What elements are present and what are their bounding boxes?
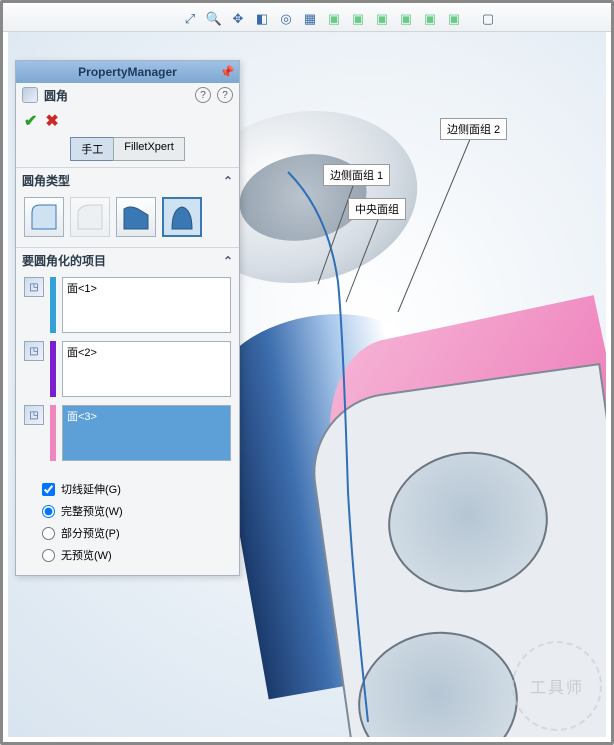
view-cube-3-icon[interactable]: ▣ — [372, 9, 392, 29]
chevron-up-icon-2: ⌃ — [223, 254, 233, 268]
ok-button[interactable]: ✔ — [24, 111, 37, 131]
partial-preview-label: 部分预览(P) — [61, 525, 120, 541]
view-cube-2-icon[interactable]: ▣ — [348, 9, 368, 29]
partial-preview-radio[interactable]: 部分预览(P) — [42, 525, 229, 541]
heads-up-toolbar: ⤢ 🔍 ✥ ◧ ◎ ▦ ▣ ▣ ▣ ▣ ▣ ▣ ▢ — [0, 6, 614, 32]
view-cube-1-icon[interactable]: ▣ — [324, 9, 344, 29]
partial-preview-input[interactable] — [42, 527, 55, 540]
color-strip-1 — [50, 277, 56, 333]
section-icon[interactable]: ◧ — [252, 9, 272, 29]
pm-header-title: PropertyManager — [78, 65, 177, 79]
cancel-button[interactable]: ✖ — [45, 111, 58, 131]
selection-row-2: ◳ 面<2> — [24, 341, 231, 397]
chevron-up-icon: ⌃ — [223, 174, 233, 188]
no-preview-input[interactable] — [42, 549, 55, 562]
section-items-label: 要圆角化的项目 — [22, 252, 106, 269]
pin-icon[interactable]: 📌 — [219, 64, 235, 80]
callout-side1[interactable]: 边侧面组 1 — [323, 164, 390, 186]
section-fillet-type[interactable]: 圆角类型 ⌃ — [16, 168, 239, 193]
section-items[interactable]: 要圆角化的项目 ⌃ — [16, 248, 239, 273]
section-fillet-type-label: 圆角类型 — [22, 172, 70, 189]
face-set-icon-3[interactable]: ◳ — [24, 405, 44, 425]
property-manager-panel: PropertyManager 📌 圆角 ? ? ✔ ✖ 手工 FilletXp… — [15, 60, 240, 576]
face-set-icon-1[interactable]: ◳ — [24, 277, 44, 297]
tab-filletxpert[interactable]: FilletXpert — [113, 137, 185, 161]
view-cube-4-icon[interactable]: ▣ — [396, 9, 416, 29]
selection-item-3: 面<3> — [67, 411, 97, 423]
display-icon[interactable]: ◎ — [276, 9, 296, 29]
callout-center[interactable]: 中央面组 — [348, 198, 406, 220]
fillet-type-constant[interactable] — [24, 197, 64, 237]
fillet-icon — [22, 87, 38, 103]
view-cube-5-icon[interactable]: ▣ — [420, 9, 440, 29]
color-strip-3 — [50, 405, 56, 461]
orbit-icon[interactable]: ✥ — [228, 9, 248, 29]
tangent-label: 切线延伸(G) — [61, 481, 121, 497]
hlr-icon[interactable]: ▦ — [300, 9, 320, 29]
zoom-area-icon[interactable]: 🔍 — [204, 9, 224, 29]
pm-header: PropertyManager 📌 — [16, 61, 239, 83]
no-preview-label: 无预览(W) — [61, 547, 112, 563]
selection-item-1: 面<1> — [67, 283, 97, 295]
zoom-fit-icon[interactable]: ⤢ — [180, 9, 200, 29]
full-preview-input[interactable] — [42, 505, 55, 518]
tangent-propagation-checkbox[interactable]: 切线延伸(G) — [42, 481, 229, 497]
full-preview-radio[interactable]: 完整预览(W) — [42, 503, 229, 519]
selection-row-3: ◳ 面<3> — [24, 405, 231, 461]
mode-tabs: 手工 FilletXpert — [16, 135, 239, 167]
no-preview-radio[interactable]: 无预览(W) — [42, 547, 229, 563]
color-strip-2 — [50, 341, 56, 397]
feature-name: 圆角 — [44, 87, 68, 104]
selection-item-2: 面<2> — [67, 347, 97, 359]
help-icon[interactable]: ? — [195, 87, 211, 103]
tab-manual[interactable]: 手工 — [70, 137, 113, 161]
fillet-type-face[interactable] — [116, 197, 156, 237]
selection-list-2[interactable]: 面<2> — [62, 341, 231, 397]
whatsthis-icon[interactable]: ? — [217, 87, 233, 103]
callout-side2[interactable]: 边侧面组 2 — [440, 118, 507, 140]
fillet-type-variable[interactable] — [70, 197, 110, 237]
full-preview-label: 完整预览(W) — [61, 503, 123, 519]
selection-list-1[interactable]: 面<1> — [62, 277, 231, 333]
tangent-checkbox-input[interactable] — [42, 483, 55, 496]
selection-list-3[interactable]: 面<3> — [62, 405, 231, 461]
fillet-type-full-round[interactable] — [162, 197, 202, 237]
face-set-icon-2[interactable]: ◳ — [24, 341, 44, 361]
grid-icon[interactable]: ▢ — [478, 9, 498, 29]
selection-row-1: ◳ 面<1> — [24, 277, 231, 333]
view-cube-6-icon[interactable]: ▣ — [444, 9, 464, 29]
